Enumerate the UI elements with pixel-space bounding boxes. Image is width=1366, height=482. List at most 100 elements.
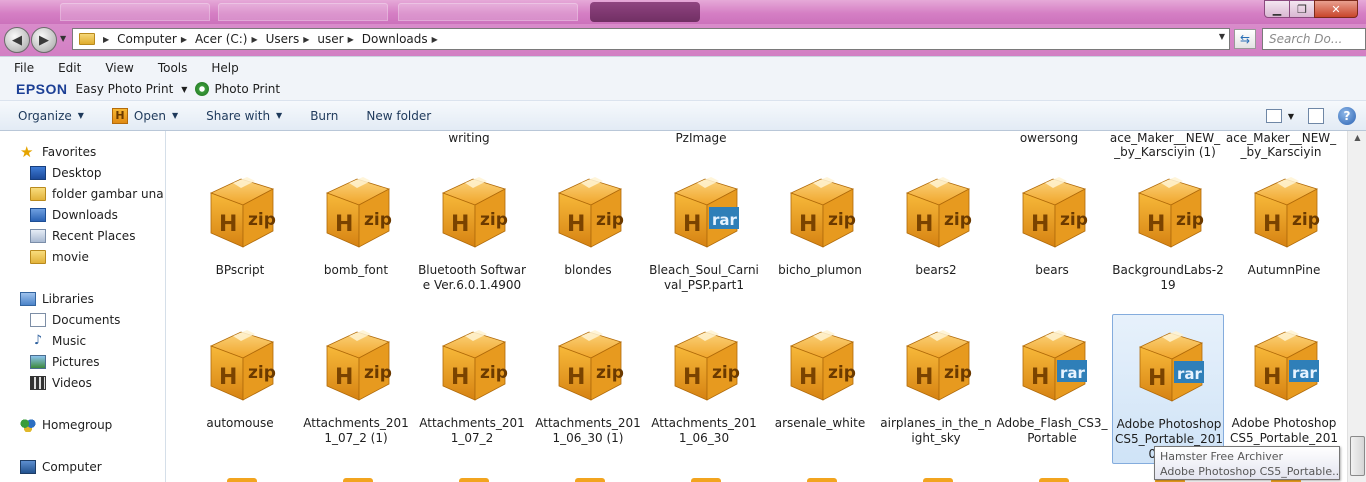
file-tile[interactable]: Hzip AutumnPine	[1228, 161, 1340, 311]
svg-text:zip: zip	[248, 363, 276, 383]
chevron-right-icon[interactable]: ▶	[103, 35, 109, 44]
partial-file-label[interactable]: owersong	[993, 131, 1105, 145]
svg-text:zip: zip	[596, 210, 624, 230]
breadcrumb-downloads[interactable]: Downloads	[362, 32, 428, 46]
partial-file-label[interactable]: PzImage	[645, 131, 757, 145]
nav-pictures[interactable]: Pictures	[30, 355, 100, 369]
partial-file-icon	[343, 478, 373, 482]
file-tile[interactable]: Hzip arsenale_white	[764, 314, 876, 464]
nav-favorites[interactable]: ★ Favorites	[20, 145, 96, 160]
scroll-up-icon[interactable]: ▲	[1350, 133, 1365, 148]
nav-downloads[interactable]: Downloads	[30, 208, 118, 222]
menu-tools[interactable]: Tools	[154, 59, 192, 77]
easy-photo-print-button[interactable]: Easy Photo Print	[76, 82, 174, 96]
nav-homegroup[interactable]: Homegroup	[20, 418, 112, 432]
scrollbar-thumb[interactable]	[1350, 436, 1365, 476]
file-tile[interactable]: Hzip bears	[996, 161, 1108, 311]
preview-pane-icon[interactable]	[1308, 108, 1324, 124]
svg-text:zip: zip	[1292, 210, 1320, 230]
nav-computer[interactable]: Computer	[20, 460, 102, 474]
chevron-right-icon[interactable]: ▶	[303, 35, 309, 44]
svg-text:zip: zip	[480, 210, 508, 230]
breadcrumb-computer[interactable]: Computer	[117, 32, 177, 46]
menu-view[interactable]: View	[101, 59, 137, 77]
file-tile[interactable]: Hzip BackgroundLabs-219	[1112, 161, 1224, 311]
rar-archive-icon: Hrar	[1138, 331, 1204, 402]
file-tooltip: Hamster Free Archiver Adobe Photoshop CS…	[1154, 446, 1340, 480]
forward-button[interactable]: ▶	[31, 27, 57, 53]
file-tile[interactable]: HrarAdobe Photoshop CS5_Portable_2010 (w…	[1112, 314, 1224, 464]
chevron-right-icon[interactable]: ▶	[181, 35, 187, 44]
vertical-scrollbar[interactable]: ▲	[1347, 131, 1366, 482]
recent-pages-dropdown[interactable]: ▼	[60, 34, 66, 43]
back-button[interactable]: ◀	[4, 27, 30, 53]
menu-file[interactable]: File	[10, 59, 38, 77]
minimize-button[interactable]: ▁	[1264, 0, 1290, 18]
partial-file-label[interactable]: writing	[413, 131, 525, 145]
close-button[interactable]: ✕	[1314, 0, 1358, 18]
file-tile[interactable]: Hzip airplanes_in_the_night_sky	[880, 314, 992, 464]
nav-music[interactable]: ♪ Music	[30, 334, 86, 349]
file-tile[interactable]: Hzip Attachments_2011_06_30 (1)	[532, 314, 644, 464]
command-bar: Organize ▼ H Open ▼ Share with ▼ Burn New fo…	[0, 100, 1366, 131]
address-bar[interactable]: ▶ Computer ▶ Acer (C:) ▶ Users ▶ user ▶ Down…	[72, 28, 1230, 50]
photo-print-button[interactable]: Photo Print	[214, 82, 280, 96]
view-icon[interactable]	[1265, 109, 1282, 123]
nav-desktop[interactable]: Desktop	[30, 166, 102, 180]
chevron-right-icon[interactable]: ▶	[348, 35, 354, 44]
chevron-down-icon[interactable]: ▼	[1288, 112, 1294, 121]
nav-folder-gambar[interactable]: folder gambar una sal	[30, 187, 165, 201]
search-input[interactable]: Search Do...	[1262, 28, 1366, 50]
navigation-pane: ★ Favorites Desktop folder gambar una sal…	[0, 131, 166, 482]
nav-movie[interactable]: movie	[30, 250, 89, 264]
nav-label: Libraries	[42, 292, 94, 306]
file-tile[interactable]: Hzip Attachments_2011_07_2 (1)	[300, 314, 412, 464]
breadcrumb-users[interactable]: Users	[266, 32, 300, 46]
file-tile[interactable]: Hrar Adobe_Flash_CS3_Portable	[996, 314, 1108, 464]
new-folder-button[interactable]: New folder	[358, 105, 439, 127]
breadcrumb-user[interactable]: user	[317, 32, 343, 46]
file-name: Bluetooth Software Ver.6.0.1.4900	[418, 263, 526, 292]
file-tile[interactable]: Hzip bicho_plumon	[764, 161, 876, 311]
partial-file-label[interactable]: ace_Maker__NEW_ _by_Karsciyin (1)	[1109, 131, 1221, 159]
nav-recent-places[interactable]: Recent Places	[30, 229, 135, 243]
downloads-icon	[30, 208, 46, 222]
nav-libraries[interactable]: Libraries	[20, 292, 94, 306]
help-icon[interactable]: ?	[1338, 107, 1356, 125]
file-tile[interactable]: Hzip bomb_font	[300, 161, 412, 311]
file-tile[interactable]: Hzip automouse	[184, 314, 296, 464]
maximize-button[interactable]: ❐	[1289, 0, 1315, 18]
nav-videos[interactable]: Videos	[30, 376, 92, 390]
file-tile[interactable]: Hrar Bleach_Soul_Carnival_PSP.part1	[648, 161, 760, 311]
zip-archive-icon: Hzip	[209, 330, 276, 401]
svg-text:H: H	[567, 212, 585, 237]
file-tile[interactable]: Hzip Attachments_2011_06_30	[648, 314, 760, 464]
nav-label: Pictures	[52, 355, 100, 369]
svg-text:rar: rar	[1177, 365, 1203, 383]
menu-edit[interactable]: Edit	[54, 59, 85, 77]
file-tile[interactable]: Hzip bears2	[880, 161, 992, 311]
open-button[interactable]: H Open ▼	[104, 104, 186, 128]
share-with-button[interactable]: Share with ▼	[198, 105, 290, 127]
burn-button[interactable]: Burn	[302, 105, 346, 127]
zip-archive-icon: Hzip	[557, 177, 624, 248]
nav-documents[interactable]: Documents	[30, 313, 120, 327]
breadcrumb-drive[interactable]: Acer (C:)	[195, 32, 248, 46]
chevron-down-icon[interactable]: ▼	[181, 85, 187, 94]
file-tile[interactable]: Hzip blondes	[532, 161, 644, 311]
tooltip-app: Hamster Free Archiver	[1160, 450, 1284, 463]
file-tile[interactable]: Hzip BPscript	[184, 161, 296, 311]
chevron-right-icon[interactable]: ▶	[251, 35, 257, 44]
address-dropdown[interactable]: ▼	[1219, 32, 1225, 41]
svg-text:H: H	[567, 365, 585, 390]
svg-text:H: H	[219, 212, 237, 237]
chevron-right-icon[interactable]: ▶	[432, 35, 438, 44]
partial-file-label[interactable]: ace_Maker__NEW_ _by_Karsciyin	[1225, 131, 1337, 159]
organize-button[interactable]: Organize ▼	[10, 105, 92, 127]
file-tile[interactable]: Hzip Bluetooth Software Ver.6.0.1.4900	[416, 161, 528, 311]
refresh-button[interactable]: ⇆	[1234, 29, 1256, 49]
menu-help[interactable]: Help	[207, 59, 242, 77]
file-tile[interactable]: Hzip Attachments_2011_07_2	[416, 314, 528, 464]
svg-text:zip: zip	[364, 363, 392, 383]
file-tile[interactable]: HrarAdobe Photoshop CS5_Portable_2010	[1228, 314, 1340, 464]
